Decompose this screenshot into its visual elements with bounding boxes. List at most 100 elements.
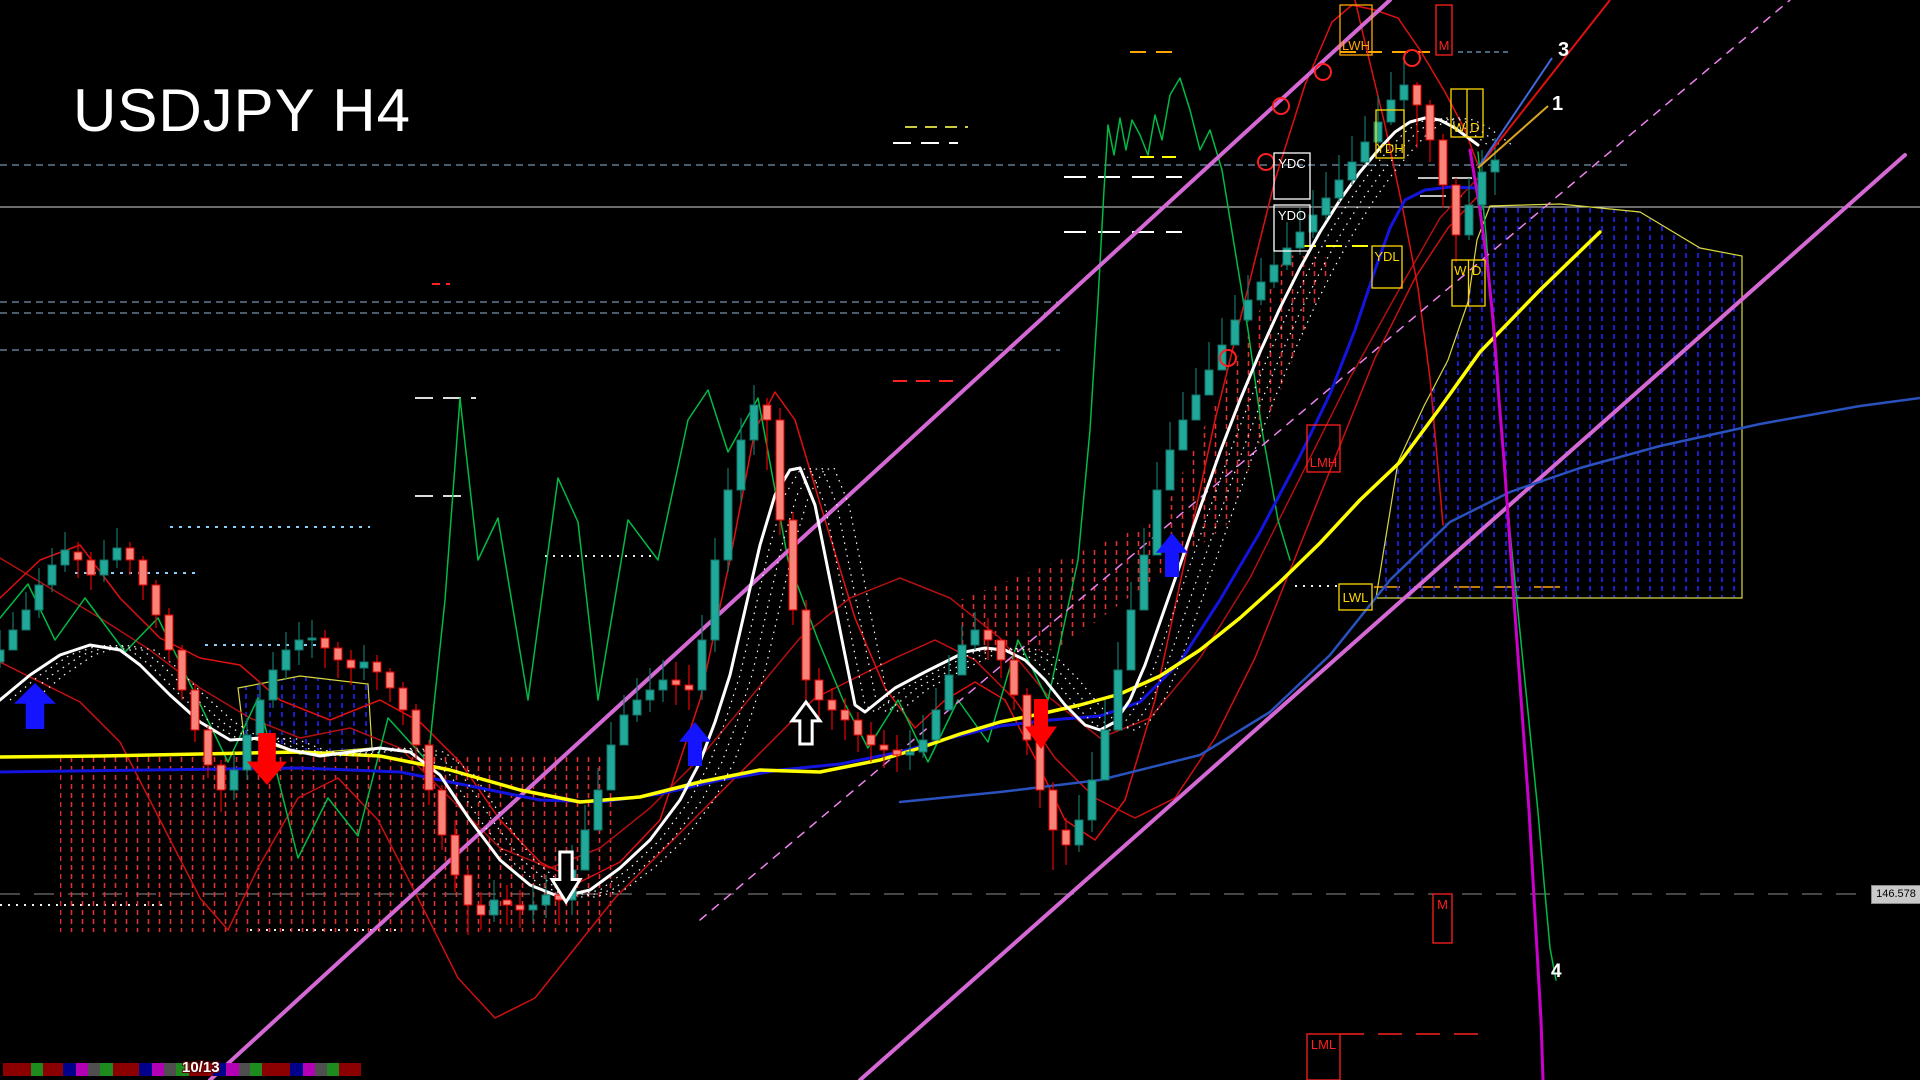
candle <box>1062 830 1070 845</box>
strip-segment <box>43 1063 63 1076</box>
candle <box>191 690 199 730</box>
candle <box>1166 450 1174 490</box>
series-osc-green <box>0 78 1290 858</box>
strip-segment <box>31 1063 43 1076</box>
strip-segment <box>239 1063 250 1076</box>
candle <box>763 405 771 420</box>
candle <box>282 650 290 670</box>
annotation-box-LWL: LWL <box>1339 584 1372 610</box>
price-level-tag: 146.578 <box>1871 885 1920 904</box>
annotation-label: W <box>1453 120 1466 135</box>
annotation-label: LMH <box>1310 455 1337 470</box>
chart-window: LWHMWDYDHYDCYDOYDLWDLMHLWLMLML USDJPY H4… <box>0 0 1920 1080</box>
candle <box>971 630 979 645</box>
candle <box>1335 180 1343 198</box>
annotation-label: D <box>1472 263 1481 278</box>
candle <box>1088 780 1096 820</box>
candle <box>1478 172 1486 205</box>
annotation-label: YDH <box>1376 141 1403 156</box>
candle <box>607 745 615 790</box>
candle <box>1465 205 1473 235</box>
candle <box>126 548 134 560</box>
candle <box>854 720 862 735</box>
annotation-label: LML <box>1311 1037 1336 1052</box>
projection-fan-layer <box>1478 0 1610 168</box>
candle <box>997 640 1005 660</box>
candle <box>113 548 121 560</box>
candle <box>477 905 485 915</box>
candle <box>516 905 524 910</box>
buy-up-arrow-icon <box>14 683 56 729</box>
swing-ring-icon <box>1404 50 1420 66</box>
candle <box>451 835 459 875</box>
candle <box>776 420 784 520</box>
candle <box>880 745 888 750</box>
candle <box>269 670 277 700</box>
candle <box>399 688 407 710</box>
annotation-box-YDC: YDC <box>1274 153 1310 199</box>
candle <box>841 710 849 720</box>
candle <box>594 790 602 830</box>
candle <box>139 560 147 585</box>
strip-segment <box>113 1063 139 1076</box>
candle <box>1387 100 1395 122</box>
candle <box>230 770 238 790</box>
candle <box>347 660 355 668</box>
candle <box>1452 185 1460 235</box>
candle <box>789 520 797 610</box>
candle <box>815 680 823 700</box>
strip-segment <box>139 1063 152 1076</box>
symbol-timeframe-title: USDJPY H4 <box>73 76 411 145</box>
candle <box>529 905 537 910</box>
candle <box>1400 85 1408 100</box>
strip-segment <box>290 1063 303 1076</box>
candle <box>802 610 810 680</box>
candle <box>386 672 394 688</box>
candle <box>412 710 420 745</box>
candle <box>0 650 4 662</box>
candle <box>724 490 732 560</box>
candle <box>1491 160 1499 172</box>
candle <box>867 735 875 745</box>
candle <box>893 750 901 755</box>
annotation-box-M: M <box>1436 5 1452 55</box>
candle <box>1140 555 1148 610</box>
candle <box>620 715 628 745</box>
fan-level-label-3: 3 <box>1558 40 1569 60</box>
candle <box>1127 610 1135 670</box>
strip-segment <box>76 1063 88 1076</box>
candle <box>308 638 316 640</box>
candle <box>217 765 225 790</box>
strip-segment <box>164 1063 176 1076</box>
candle <box>373 662 381 672</box>
candle <box>984 630 992 640</box>
annotation-box-M: M <box>1433 894 1452 943</box>
strip-segment <box>327 1063 339 1076</box>
candle <box>503 900 511 905</box>
candle <box>646 690 654 700</box>
strip-segment <box>100 1063 113 1076</box>
strip-segment <box>3 1063 31 1076</box>
candle <box>659 680 667 690</box>
candle <box>1257 282 1265 300</box>
annotation-label: M <box>1439 38 1450 53</box>
candle <box>1231 320 1239 345</box>
candle <box>737 440 745 490</box>
swing-ring-icon <box>1315 64 1331 80</box>
annotation-label: YDL <box>1374 249 1399 264</box>
annotation-label: M <box>1437 897 1448 912</box>
candle <box>1192 395 1200 420</box>
candle <box>1101 730 1109 780</box>
annotation-label: D <box>1470 120 1479 135</box>
candle <box>360 662 368 668</box>
candle <box>1049 790 1057 830</box>
candle <box>438 790 446 835</box>
chart-canvas[interactable]: LWHMWDYDHYDCYDOYDLWDLMHLWLMLML <box>0 0 1920 1080</box>
candle <box>490 900 498 915</box>
candle <box>1114 670 1122 730</box>
candle <box>256 700 264 735</box>
candle <box>1374 122 1382 142</box>
candle <box>1413 85 1421 105</box>
strip-segment <box>339 1063 361 1076</box>
strip-segment <box>303 1063 315 1076</box>
